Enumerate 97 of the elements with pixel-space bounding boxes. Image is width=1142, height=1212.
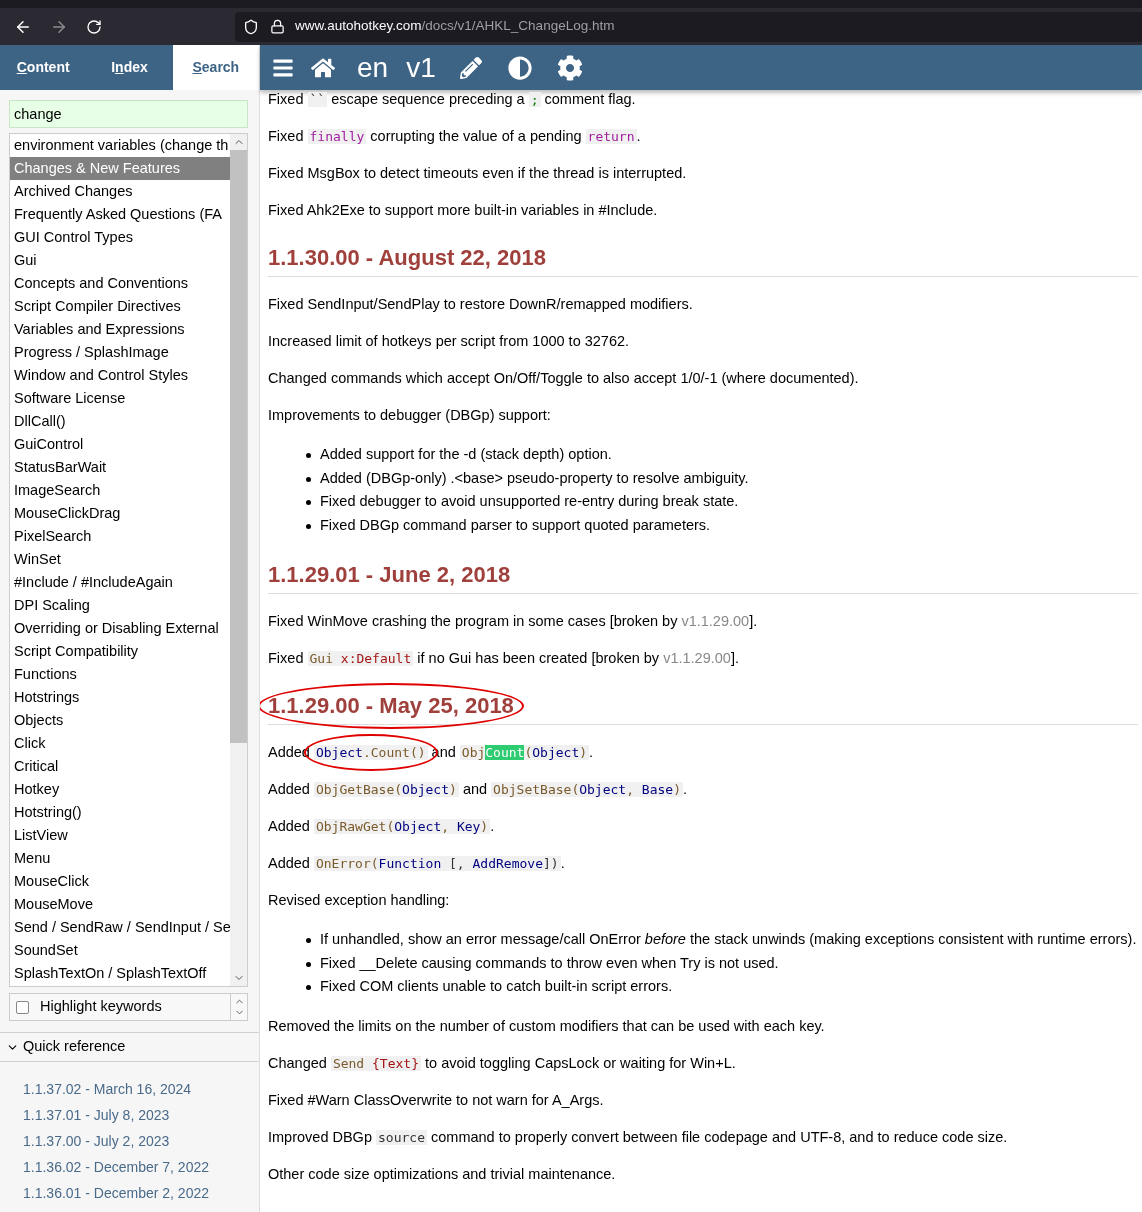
bullet-icon	[306, 523, 311, 529]
version-link[interactable]: 1.1.37.01 - July 8, 2023	[23, 1102, 170, 1128]
result-item[interactable]: MouseClick	[10, 870, 230, 893]
bullet-icon	[306, 500, 311, 505]
result-item[interactable]: SoundSet	[10, 939, 230, 962]
result-item[interactable]: Overriding or Disabling External	[10, 617, 230, 640]
result-item[interactable]: Send / SendRaw / SendInput / Se	[10, 916, 230, 939]
lock-icon[interactable]	[270, 19, 285, 34]
result-item[interactable]: MouseMove	[10, 893, 230, 916]
result-item[interactable]: Variables and Expressions	[10, 318, 230, 341]
bullet-icon	[306, 938, 311, 943]
bullet-icon	[306, 476, 311, 482]
version-button[interactable]: v1	[406, 53, 436, 82]
address-bar[interactable]: www.autohotkey.com/docs/v1/AHKL_ChangeLog.htm	[235, 11, 1142, 42]
result-item[interactable]: Functions	[10, 663, 230, 686]
list-item-text: If unhandled, show an error message/call OnError before the stack unwinds (making exceptions consistent with runtime errors).	[320, 930, 1137, 949]
list-item-text: Fixed DBGp command parser to support quoted parameters.	[320, 515, 711, 535]
sidebar-tab[interactable]: Content	[0, 45, 87, 90]
result-item[interactable]: Gui	[10, 249, 230, 272]
checkbox[interactable]	[16, 1000, 29, 1014]
result-item[interactable]: ListView	[10, 824, 230, 847]
list-item-text: Added support for the -d (stack depth) option.	[320, 445, 612, 464]
sidebar-tab[interactable]: Index	[86, 45, 173, 90]
bullet-icon	[306, 961, 311, 967]
result-item[interactable]: Window and Control Styles	[10, 364, 230, 387]
paragraph: Improved DBGp source command to properly convert between file codepage and UTF-8, and to reduce code size.	[268, 1127, 1009, 1147]
paragraph: Removed the limits on the number of custom modifiers that can be used with each key.	[268, 1016, 826, 1036]
section-heading: 1.1.29.00 - May 25, 2018	[268, 692, 514, 720]
result-item[interactable]: Objects	[10, 709, 230, 732]
result-item[interactable]: ImageSearch	[10, 479, 230, 502]
result-item[interactable]: Software License	[10, 387, 230, 410]
paragraph: Added ObjRawGet(Object, Key).	[268, 817, 496, 836]
list-item-text: Added (DBGp-only) .<base> pseudo-property to resolve ambiguity.	[320, 468, 749, 488]
result-item[interactable]: environment variables (change th	[10, 134, 230, 157]
result-item[interactable]: Click	[10, 732, 230, 755]
result-item[interactable]: DPI Scaling	[10, 594, 230, 617]
list-item-text: Fixed __Delete causing commands to throw even when Try is not used.	[320, 953, 779, 973]
checkbox-label: Highlight keywords	[40, 997, 162, 1017]
result-item[interactable]: SplashTextOn / SplashTextOff	[10, 962, 230, 985]
paragraph: Improvements to debugger (DBGp) support:	[268, 406, 552, 425]
reload-icon[interactable]	[86, 18, 102, 35]
paragraph: Fixed WinMove crashing the program in some cases [broken by v1.1.29.00].	[268, 612, 759, 631]
version-link[interactable]: 1.1.37.02 - March 16, 2024	[23, 1076, 192, 1102]
shield-icon[interactable]	[243, 18, 259, 35]
paragraph: Fixed SendInput/SendPlay to restore DownR/remapped modifiers.	[268, 295, 694, 314]
paragraph: Changed Send {Text} to avoid toggling CapsLock or waiting for Win+L.	[268, 1053, 737, 1073]
paragraph: Increased limit of hotkeys per script from 1000 to 32762.	[268, 332, 631, 351]
paragraph: Fixed #Warn ClassOverwrite to not warn for A_Args.	[268, 1090, 605, 1110]
scrollbar-thumb[interactable]	[230, 150, 247, 743]
result-item[interactable]: MouseClickDrag	[10, 502, 230, 525]
result-item[interactable]: Progress / SplashImage	[10, 341, 230, 364]
version-link[interactable]: 1.1.36.01 - December 2, 2022	[23, 1180, 209, 1206]
result-item[interactable]: Hotstrings	[10, 686, 230, 709]
quick-reference-toggle[interactable]: Quick reference	[0, 1033, 259, 1062]
scrollbar[interactable]	[230, 134, 247, 986]
result-item[interactable]: Archived Changes	[10, 180, 230, 203]
contrast-icon[interactable]	[507, 55, 532, 80]
section-heading: 1.1.29.01 - June 2, 2018	[268, 561, 511, 589]
result-item[interactable]: Script Compiler Directives	[10, 295, 230, 318]
result-item[interactable]: Concepts and Conventions	[10, 272, 230, 295]
settings-icon[interactable]	[556, 54, 583, 81]
paragraph: Fixed Gui x:Default if no Gui has been created [broken by v1.1.29.00].	[268, 649, 740, 668]
result-item[interactable]: StatusBarWait	[10, 456, 230, 479]
paragraph: Other code size optimizations and trivial maintenance.	[268, 1164, 617, 1184]
paragraph: Changed commands which accept On/Off/Toggle to also accept 1/0/-1 (where documented).	[268, 369, 860, 388]
pencil-icon[interactable]	[459, 56, 482, 79]
paragraph: Revised exception handling:	[268, 891, 451, 910]
bullet-icon	[306, 453, 311, 458]
result-item[interactable]: GUI Control Types	[10, 226, 230, 249]
result-item[interactable]: Changes & New Features	[10, 157, 230, 180]
sidebar-tab[interactable]: Search	[172, 45, 259, 90]
result-item[interactable]: PixelSearch	[10, 525, 230, 548]
list-item-text: Fixed debugger to avoid unsupported re-entry during break state.	[320, 492, 739, 511]
bullet-icon	[306, 985, 311, 990]
result-item[interactable]: Hotstring()	[10, 801, 230, 824]
result-item[interactable]: #Include / #IncludeAgain	[10, 571, 230, 594]
language-button[interactable]: en	[357, 53, 389, 82]
search-field[interactable]: change	[9, 100, 248, 128]
url-text: www.autohotkey.com/docs/v1/AHKL_ChangeLog.htm	[295, 17, 615, 36]
result-item[interactable]: Frequently Asked Questions (FA	[10, 203, 230, 226]
paragraph: Fixed MsgBox to detect timeouts even if the thread is interrupted.	[268, 164, 688, 183]
result-item[interactable]: WinSet	[10, 548, 230, 571]
paragraph: Fixed `` escape sequence preceding a ; comment flag.	[268, 90, 637, 109]
paragraph: Added OnError(Function [, AddRemove]).	[268, 854, 566, 873]
result-item[interactable]: GuiControl	[10, 433, 230, 456]
paragraph: Fixed Ahk2Exe to support more built-in variables in #Include.	[268, 201, 659, 220]
paragraph: Added ObjGetBase(Object) and ObjSetBase(Object, Base).	[268, 780, 688, 799]
result-item[interactable]: Critical	[10, 755, 230, 778]
result-item[interactable]: DllCall()	[10, 410, 230, 433]
list-item-text: Fixed COM clients unable to catch built-in script errors.	[320, 977, 673, 996]
paragraph: Fixed finally corrupting the value of a pending return.	[268, 127, 642, 146]
version-link[interactable]: 1.1.36.02 - December 7, 2022	[23, 1154, 209, 1180]
result-item[interactable]: Hotkey	[10, 778, 230, 801]
result-item[interactable]: Menu	[10, 847, 230, 870]
result-item[interactable]: Script Compatibility	[10, 640, 230, 663]
section-heading: 1.1.30.00 - August 22, 2018	[268, 244, 546, 272]
version-link[interactable]: 1.1.37.00 - July 2, 2023	[23, 1128, 170, 1154]
